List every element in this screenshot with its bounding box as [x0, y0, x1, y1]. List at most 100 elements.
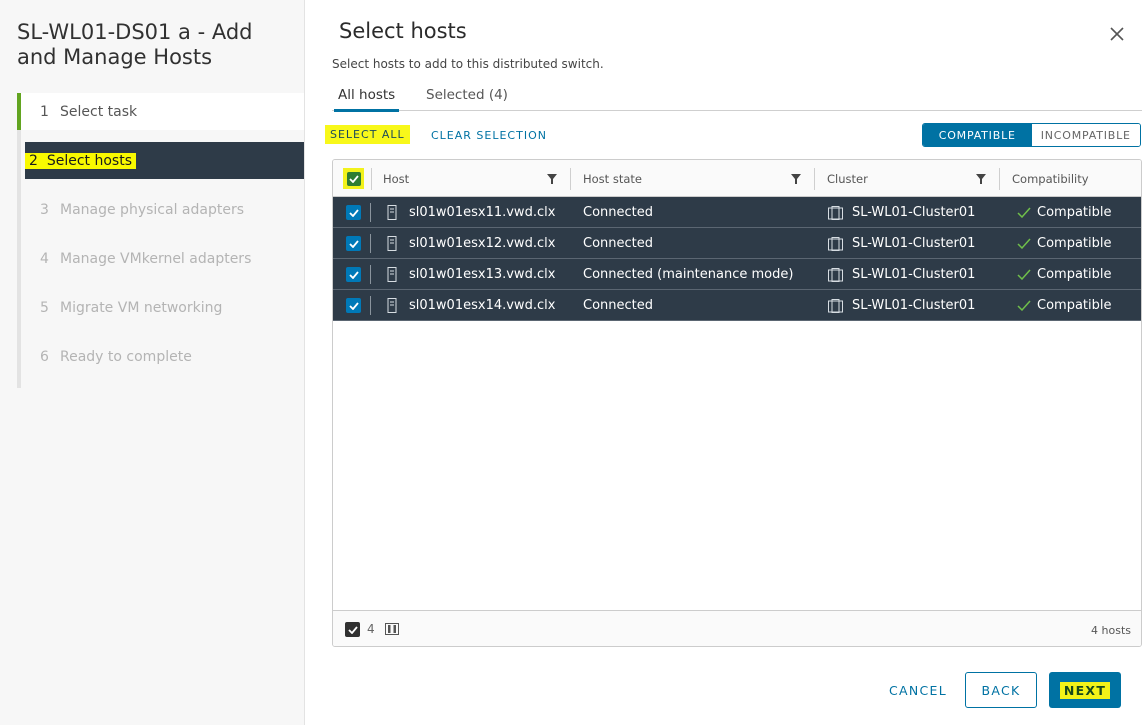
row-separator — [370, 203, 371, 222]
server-icon — [387, 236, 397, 251]
host-state: Connected — [583, 298, 654, 313]
column-separator — [371, 168, 372, 190]
clear-selection-button[interactable]: CLEAR SELECTION — [431, 129, 547, 142]
host-state: Connected — [583, 236, 654, 251]
table-row[interactable]: sl01w01esx14.vwd.clx Connected SL-WL01-C… — [333, 290, 1141, 321]
cluster-name[interactable]: SL-WL01-Cluster01 — [852, 205, 975, 220]
table-row[interactable]: sl01w01esx11.vwd.clx Connected SL-WL01-C… — [333, 197, 1141, 228]
cluster-cell: SL-WL01-Cluster01 — [828, 197, 975, 228]
filter-icon[interactable] — [791, 174, 801, 184]
host-name[interactable]: sl01w01esx11.vwd.clx — [409, 205, 555, 220]
columns-icon[interactable] — [385, 623, 399, 635]
compatibility-cell: Compatible — [1017, 197, 1111, 228]
back-button[interactable]: BACK — [965, 672, 1037, 708]
filter-icon[interactable] — [547, 174, 557, 184]
checkmark-icon — [348, 301, 359, 310]
step-number: 3 — [40, 201, 49, 218]
compatibility-status: Compatible — [1037, 298, 1112, 313]
incompatible-toggle-button[interactable]: INCOMPATIBLE — [1031, 124, 1140, 146]
cluster-icon — [828, 205, 843, 220]
cluster-cell: SL-WL01-Cluster01 — [828, 290, 975, 321]
checkmark-icon — [348, 239, 359, 248]
step-select-task[interactable]: 1 Select task — [17, 93, 304, 130]
compatibility-status: Compatible — [1037, 267, 1112, 282]
cancel-button[interactable]: CANCEL — [882, 672, 954, 708]
cluster-name[interactable]: SL-WL01-Cluster01 — [852, 298, 975, 313]
selected-count: 4 — [367, 622, 375, 636]
host-name[interactable]: sl01w01esx12.vwd.clx — [409, 236, 555, 251]
compatibility-status: Compatible — [1037, 205, 1112, 220]
page-subtitle: Select hosts to add to this distributed … — [332, 57, 604, 71]
compatibility-cell: Compatible — [1017, 228, 1111, 259]
close-button[interactable] — [1105, 22, 1129, 46]
step-migrate-vm-networking: 5 Migrate VM networking — [17, 289, 304, 326]
checkmark-icon — [348, 174, 359, 183]
row-checkbox[interactable] — [346, 236, 361, 251]
compatibility-cell: Compatible — [1017, 290, 1111, 321]
row-checkbox-cell — [346, 228, 361, 259]
column-separator — [570, 168, 571, 190]
header-select-all-checkbox[interactable] — [346, 171, 361, 186]
cluster-icon — [828, 236, 843, 251]
hosts-grid: Host Host state Cluster Compatibility sl… — [332, 159, 1142, 647]
host-cell: sl01w01esx12.vwd.clx — [387, 228, 555, 259]
next-button[interactable]: NEXT — [1049, 672, 1121, 708]
tab-selected[interactable]: Selected (4) — [422, 87, 512, 109]
column-separator — [814, 168, 815, 190]
host-state: Connected — [583, 205, 654, 220]
check-icon — [1017, 238, 1031, 249]
checkmark-icon — [348, 270, 359, 279]
grid-header: Host Host state Cluster Compatibility — [333, 160, 1141, 197]
table-row[interactable]: sl01w01esx12.vwd.clx Connected SL-WL01-C… — [333, 228, 1141, 259]
step-select-hosts[interactable]: 2 Select hosts — [25, 142, 304, 179]
column-header-host[interactable]: Host — [383, 160, 409, 197]
row-checkbox[interactable] — [346, 298, 361, 313]
cluster-icon — [828, 298, 843, 313]
check-icon — [1017, 269, 1031, 280]
compatibility-filter-toggle: COMPATIBLE INCOMPATIBLE — [922, 123, 1141, 147]
checkmark-icon — [348, 208, 359, 217]
row-checkbox[interactable] — [346, 267, 361, 282]
column-header-host-state[interactable]: Host state — [583, 160, 642, 197]
wizard-title: SL-WL01-DS01 a - Add and Manage Hosts — [17, 20, 253, 69]
step-number: 1 — [40, 103, 49, 120]
grid-footer: 4 4 hosts — [333, 610, 1141, 646]
step-label: Migrate VM networking — [60, 299, 223, 316]
host-tabs: All hosts Selected (4) — [332, 82, 1142, 112]
cluster-name[interactable]: SL-WL01-Cluster01 — [852, 236, 975, 251]
compatible-toggle-button[interactable]: COMPATIBLE — [923, 124, 1032, 146]
server-icon — [387, 267, 397, 282]
cluster-cell: SL-WL01-Cluster01 — [828, 259, 975, 290]
check-icon — [1017, 300, 1031, 311]
footer-selection-checkbox[interactable] — [345, 622, 360, 637]
table-row[interactable]: sl01w01esx13.vwd.clx Connected (maintena… — [333, 259, 1141, 290]
select-all-button[interactable]: SELECT ALL — [325, 125, 410, 144]
compatibility-cell: Compatible — [1017, 259, 1111, 290]
filter-icon[interactable] — [976, 174, 986, 184]
step-manage-physical-adapters: 3 Manage physical adapters — [17, 191, 304, 228]
check-icon — [1017, 207, 1031, 218]
step-highlight: 2 Select hosts — [25, 152, 136, 169]
step-ready-to-complete: 6 Ready to complete — [17, 338, 304, 375]
cluster-name[interactable]: SL-WL01-Cluster01 — [852, 267, 975, 282]
host-name[interactable]: sl01w01esx14.vwd.clx — [409, 298, 555, 313]
host-cell: sl01w01esx13.vwd.clx — [387, 259, 555, 290]
server-icon — [387, 298, 397, 313]
tab-all-hosts[interactable]: All hosts — [334, 87, 400, 112]
step-label: Select hosts — [46, 152, 132, 169]
step-label: Manage VMkernel adapters — [60, 250, 252, 267]
row-checkbox[interactable] — [346, 205, 361, 220]
row-separator — [370, 234, 371, 253]
step-manage-vmkernel-adapters: 4 Manage VMkernel adapters — [17, 240, 304, 277]
column-header-compatibility[interactable]: Compatibility — [1012, 160, 1089, 197]
host-state: Connected (maintenance mode) — [583, 267, 794, 282]
step-label: Ready to complete — [60, 348, 192, 365]
close-icon — [1110, 27, 1124, 41]
column-header-cluster[interactable]: Cluster — [827, 160, 868, 197]
step-label: Manage physical adapters — [60, 201, 244, 218]
host-cell: sl01w01esx14.vwd.clx — [387, 290, 555, 321]
compatibility-status: Compatible — [1037, 236, 1112, 251]
host-name[interactable]: sl01w01esx13.vwd.clx — [409, 267, 555, 282]
row-checkbox-cell — [346, 290, 361, 321]
select-all-checkbox-highlight — [343, 168, 364, 189]
